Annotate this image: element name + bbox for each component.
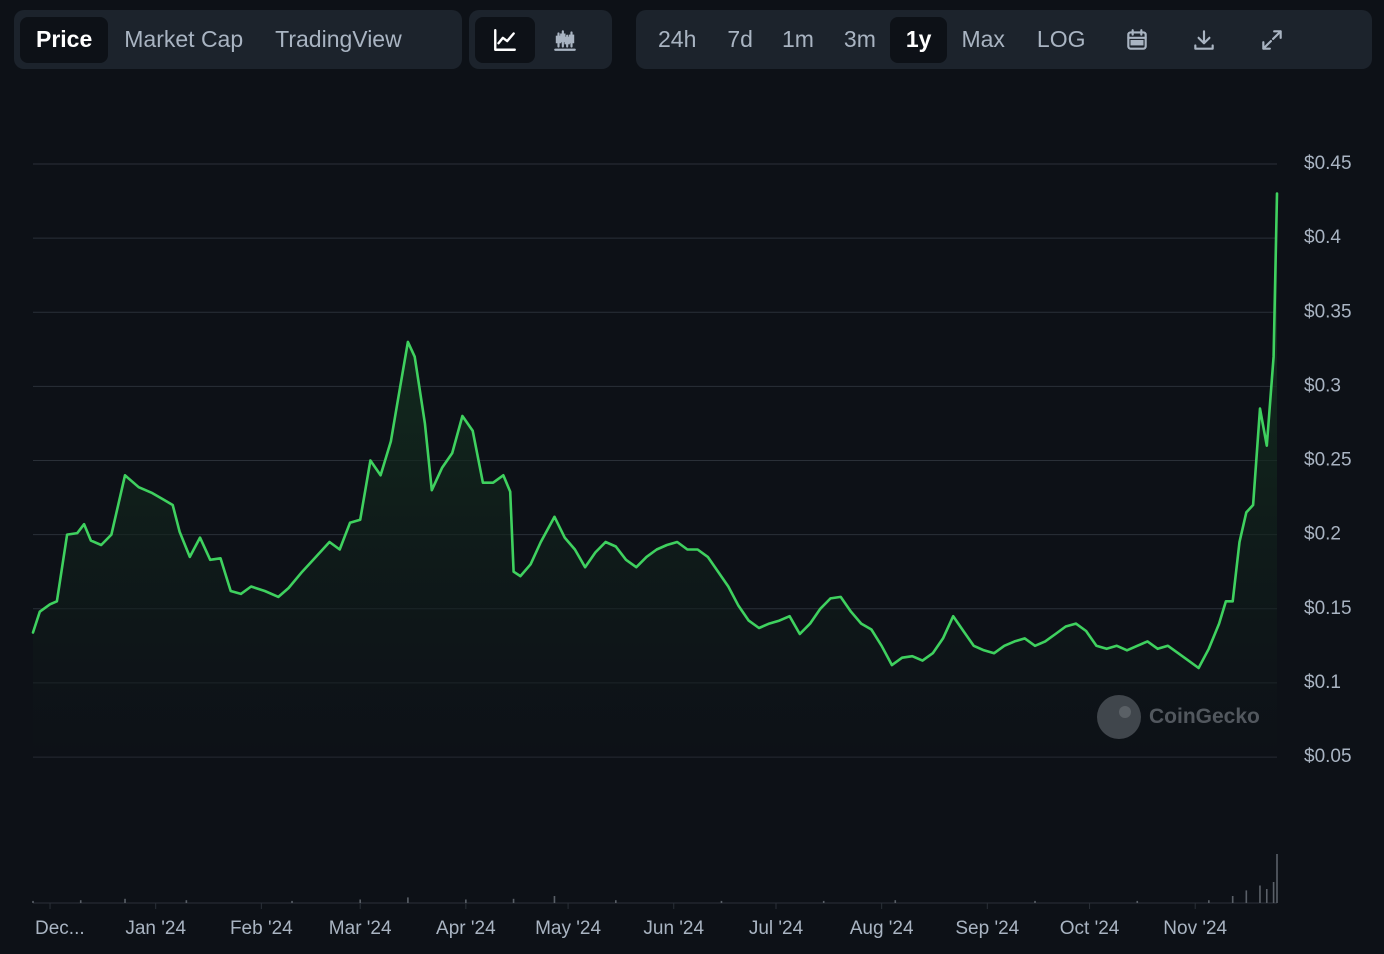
volume-bar [1245, 890, 1248, 903]
volume-bar [291, 900, 293, 903]
y-tick-label: $0.4 [1304, 227, 1341, 248]
volume-bar [1208, 900, 1210, 903]
coingecko-logo-icon [1097, 695, 1141, 739]
y-tick-label: $0.2 [1304, 524, 1341, 545]
volume-bar [1259, 885, 1261, 903]
y-tick-label: $0.15 [1304, 598, 1352, 619]
volume-bar [32, 900, 34, 903]
y-tick-label: $0.1 [1304, 672, 1341, 693]
volume-bar [407, 897, 409, 903]
x-tick-label: Feb '24 [230, 918, 293, 939]
x-axis: Dec... Jan '24 Feb '24 Mar '24 Apr '24 May '2… [35, 903, 1228, 939]
watermark-text: CoinGecko [1149, 705, 1260, 728]
x-tick-label: Jan '24 [125, 918, 186, 939]
coingecko-watermark: CoinGecko [1097, 695, 1260, 739]
x-tick-label: Mar '24 [329, 918, 392, 939]
volume-bar [359, 899, 361, 903]
price-area-fill [33, 193, 1277, 758]
price-area [33, 193, 1277, 758]
volume-bar [185, 900, 188, 903]
volume-bar [615, 900, 617, 903]
grid-lines [33, 163, 1277, 904]
volume-bar [1272, 882, 1275, 903]
volume-bar [1034, 900, 1036, 903]
y-tick-label: $0.05 [1304, 746, 1352, 767]
volume-bar [79, 900, 82, 903]
x-tick-label: Dec... [35, 918, 85, 939]
x-tick-label: Jun '24 [643, 918, 704, 939]
price-chart[interactable]: $0.05 $0.1 $0.15 $0.2 $0.25 $0.3 $0.35 $0.4 $0.4… [0, 0, 1384, 954]
x-tick-label: May '24 [535, 918, 601, 939]
volume-bar [1276, 854, 1278, 903]
x-tick-label: Jul '24 [749, 918, 804, 939]
volume-bar [720, 900, 723, 903]
x-tick-label: Oct '24 [1060, 918, 1120, 939]
volume-bar [894, 900, 897, 903]
x-tick-label: Nov '24 [1163, 918, 1227, 939]
volume-bar [553, 896, 556, 903]
y-axis: $0.05 $0.1 $0.15 $0.2 $0.25 $0.3 $0.35 $0.4 $0.4… [1304, 153, 1352, 767]
volume-bars [32, 854, 1278, 903]
y-tick-label: $0.25 [1304, 450, 1352, 471]
y-tick-label: $0.3 [1304, 375, 1341, 396]
volume-bar [1136, 900, 1139, 903]
x-tick-label: Sep '24 [955, 918, 1019, 939]
volume-bar [822, 900, 825, 903]
x-tick-label: Apr '24 [436, 918, 496, 939]
volume-bar [465, 899, 467, 903]
x-tick-label: Aug '24 [850, 918, 914, 939]
volume-bar [1265, 889, 1268, 903]
y-tick-label: $0.45 [1304, 153, 1352, 174]
volume-bar [512, 898, 515, 903]
volume-bar [124, 898, 126, 903]
volume-bar [1231, 896, 1234, 903]
y-tick-label: $0.35 [1304, 301, 1352, 322]
